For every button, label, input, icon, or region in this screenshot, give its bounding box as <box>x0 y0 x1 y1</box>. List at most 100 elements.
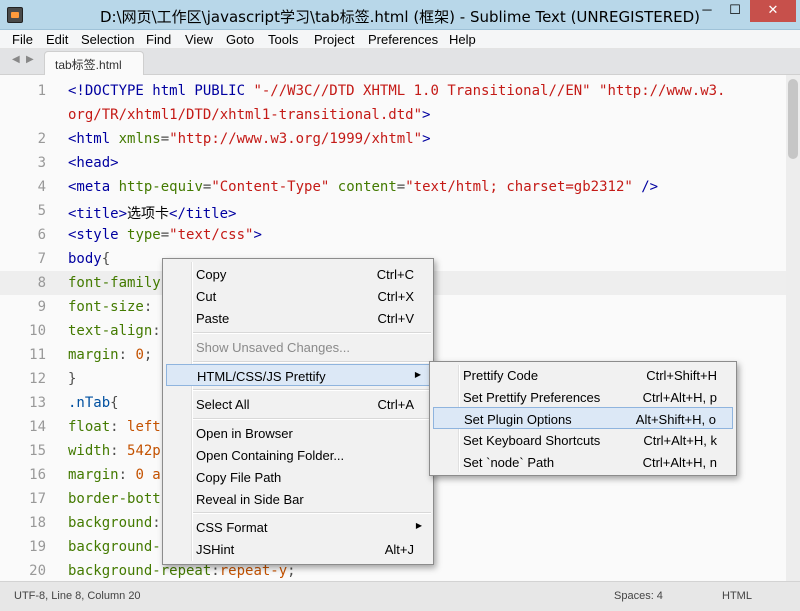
menu-item-copy-file-path[interactable]: Copy File Path <box>166 466 430 488</box>
code-text: border-bott <box>68 491 161 507</box>
menu-item-label: Show Unsaved Changes... <box>196 340 350 355</box>
code-text: text-align: <box>68 323 161 339</box>
code-text: font-size: <box>68 299 152 315</box>
scrollbar-thumb[interactable] <box>788 79 798 159</box>
menu-item-label: Paste <box>196 311 229 326</box>
menu-item-label: Set Keyboard Shortcuts <box>463 433 600 448</box>
code-text: float: left <box>68 419 161 435</box>
submenu-item-prettify-code[interactable]: Prettify Code Ctrl+Shift+H <box>433 364 733 386</box>
code-text: body{ <box>68 251 110 267</box>
window-title: D:\网页\工作区\javascript学习\tab标签.html (框架) -… <box>0 6 800 27</box>
window-titlebar[interactable]: D:\网页\工作区\javascript学习\tab标签.html (框架) -… <box>0 0 800 30</box>
minimize-button[interactable]: ─ <box>694 0 720 22</box>
menu-item-shortcut: Ctrl+Alt+H, k <box>643 433 717 448</box>
line-number: 11 <box>0 347 46 363</box>
menu-item-html-css-js-prettify[interactable]: HTML/CSS/JS Prettify ▶ <box>166 364 430 386</box>
menu-item-jshint[interactable]: JSHint Alt+J <box>166 538 430 560</box>
menu-separator <box>193 361 431 363</box>
menu-item-label: HTML/CSS/JS Prettify <box>197 369 326 384</box>
menu-item-open-in-browser[interactable]: Open in Browser <box>166 422 430 444</box>
menu-item-reveal-in-side-bar[interactable]: Reveal in Side Bar <box>166 488 430 510</box>
menu-item-label: Prettify Code <box>463 368 538 383</box>
line-number: 10 <box>0 323 46 339</box>
close-button[interactable]: ✕ <box>750 0 796 22</box>
menu-item-copy[interactable]: Copy Ctrl+C <box>166 263 430 285</box>
menu-item-label: Open Containing Folder... <box>196 448 344 463</box>
menu-separator <box>193 418 431 420</box>
menu-item-shortcut: Ctrl+A <box>378 397 414 412</box>
code-text: .nTab{ <box>68 395 119 411</box>
tab-scroll-left-icon[interactable]: ◀ <box>12 54 20 65</box>
code-line: 4 <meta http-equiv="Content-Type" conten… <box>0 175 786 199</box>
code-text: <!DOCTYPE html PUBLIC "-//W3C//DTD XHTML… <box>68 83 725 99</box>
line-number: 5 <box>0 203 46 219</box>
menu-find[interactable]: Find <box>146 32 171 47</box>
line-number: 20 <box>0 563 46 579</box>
tab-active-file[interactable]: tab标签.html <box>44 51 144 75</box>
menu-item-label: Set Prettify Preferences <box>463 390 600 405</box>
menu-edit[interactable]: Edit <box>46 32 68 47</box>
submenu-arrow-icon: ▶ <box>416 521 422 530</box>
menu-bar: File Edit Selection Find View Goto Tools… <box>0 30 800 49</box>
menu-tools[interactable]: Tools <box>268 32 298 47</box>
menu-item-shortcut: Ctrl+V <box>378 311 414 326</box>
code-text: background-repeat:repeat-y; <box>68 563 296 579</box>
maximize-button[interactable]: ☐ <box>722 0 748 22</box>
submenu-item-set-plugin-options[interactable]: Set Plugin Options Alt+Shift+H, o <box>433 407 733 429</box>
line-number: 13 <box>0 395 46 411</box>
code-line: 3 <head> <box>0 151 786 175</box>
menu-item-label: JSHint <box>196 542 234 557</box>
code-line: 5 <title>选项卡</title> <box>0 199 786 223</box>
code-text: <html xmlns="http://www.w3.org/1999/xhtm… <box>68 131 431 147</box>
menu-item-paste[interactable]: Paste Ctrl+V <box>166 307 430 329</box>
menu-item-label: Set Plugin Options <box>464 412 572 427</box>
code-line: 2 <html xmlns="http://www.w3.org/1999/xh… <box>0 127 786 151</box>
menu-project[interactable]: Project <box>314 32 354 47</box>
submenu-item-set-node-path[interactable]: Set `node` Path Ctrl+Alt+H, n <box>433 451 733 473</box>
syntax-mode[interactable]: HTML <box>722 590 752 602</box>
code-text: width: 542p <box>68 443 161 459</box>
line-number: 15 <box>0 443 46 459</box>
line-number: 12 <box>0 371 46 387</box>
menu-item-label: Cut <box>196 289 216 304</box>
line-number: 4 <box>0 179 46 195</box>
submenu-arrow-icon: ▶ <box>415 370 421 379</box>
submenu-item-set-prettify-preferences[interactable]: Set Prettify Preferences Ctrl+Alt+H, p <box>433 386 733 408</box>
code-text: font-family <box>68 275 161 291</box>
line-number: 7 <box>0 251 46 267</box>
menu-goto[interactable]: Goto <box>226 32 254 47</box>
menu-item-label: Copy File Path <box>196 470 281 485</box>
context-menu: Copy Ctrl+C Cut Ctrl+X Paste Ctrl+V Show… <box>162 258 434 565</box>
menu-item-cut[interactable]: Cut Ctrl+X <box>166 285 430 307</box>
menu-item-open-containing-folder[interactable]: Open Containing Folder... <box>166 444 430 466</box>
tab-scroll-right-icon[interactable]: ▶ <box>26 54 34 65</box>
code-text: margin: 0 a <box>68 467 161 483</box>
line-number: 3 <box>0 155 46 171</box>
code-text: <meta http-equiv="Content-Type" content=… <box>68 179 658 195</box>
code-line: 6 <style type="text/css"> <box>0 223 786 247</box>
line-number: 6 <box>0 227 46 243</box>
menu-view[interactable]: View <box>185 32 213 47</box>
menu-preferences[interactable]: Preferences <box>368 32 438 47</box>
vertical-scrollbar[interactable] <box>786 75 800 581</box>
menu-item-css-format[interactable]: CSS Format ▶ <box>166 516 430 538</box>
menu-item-label: Open in Browser <box>196 426 293 441</box>
line-number: 1 <box>0 83 46 99</box>
menu-file[interactable]: File <box>12 32 33 47</box>
line-number: 19 <box>0 539 46 555</box>
submenu-item-set-keyboard-shortcuts[interactable]: Set Keyboard Shortcuts Ctrl+Alt+H, k <box>433 429 733 451</box>
code-text: margin: 0; <box>68 347 152 363</box>
menu-item-label: CSS Format <box>196 520 268 535</box>
line-number: 2 <box>0 131 46 147</box>
menu-item-select-all[interactable]: Select All Ctrl+A <box>166 393 430 415</box>
code-line: 1 <!DOCTYPE html PUBLIC "-//W3C//DTD XHT… <box>0 79 786 103</box>
menu-separator <box>193 332 431 334</box>
menu-separator <box>193 389 431 391</box>
tab-bar: ◀ ▶ tab标签.html <box>0 49 800 75</box>
menu-selection[interactable]: Selection <box>81 32 134 47</box>
code-text: org/TR/xhtml1/DTD/xhtml1-transitional.dt… <box>68 107 430 123</box>
menu-item-shortcut: Ctrl+Shift+H <box>646 368 717 383</box>
prettify-submenu: Prettify Code Ctrl+Shift+H Set Prettify … <box>429 361 737 476</box>
indentation-setting[interactable]: Spaces: 4 <box>614 590 663 602</box>
menu-help[interactable]: Help <box>449 32 476 47</box>
